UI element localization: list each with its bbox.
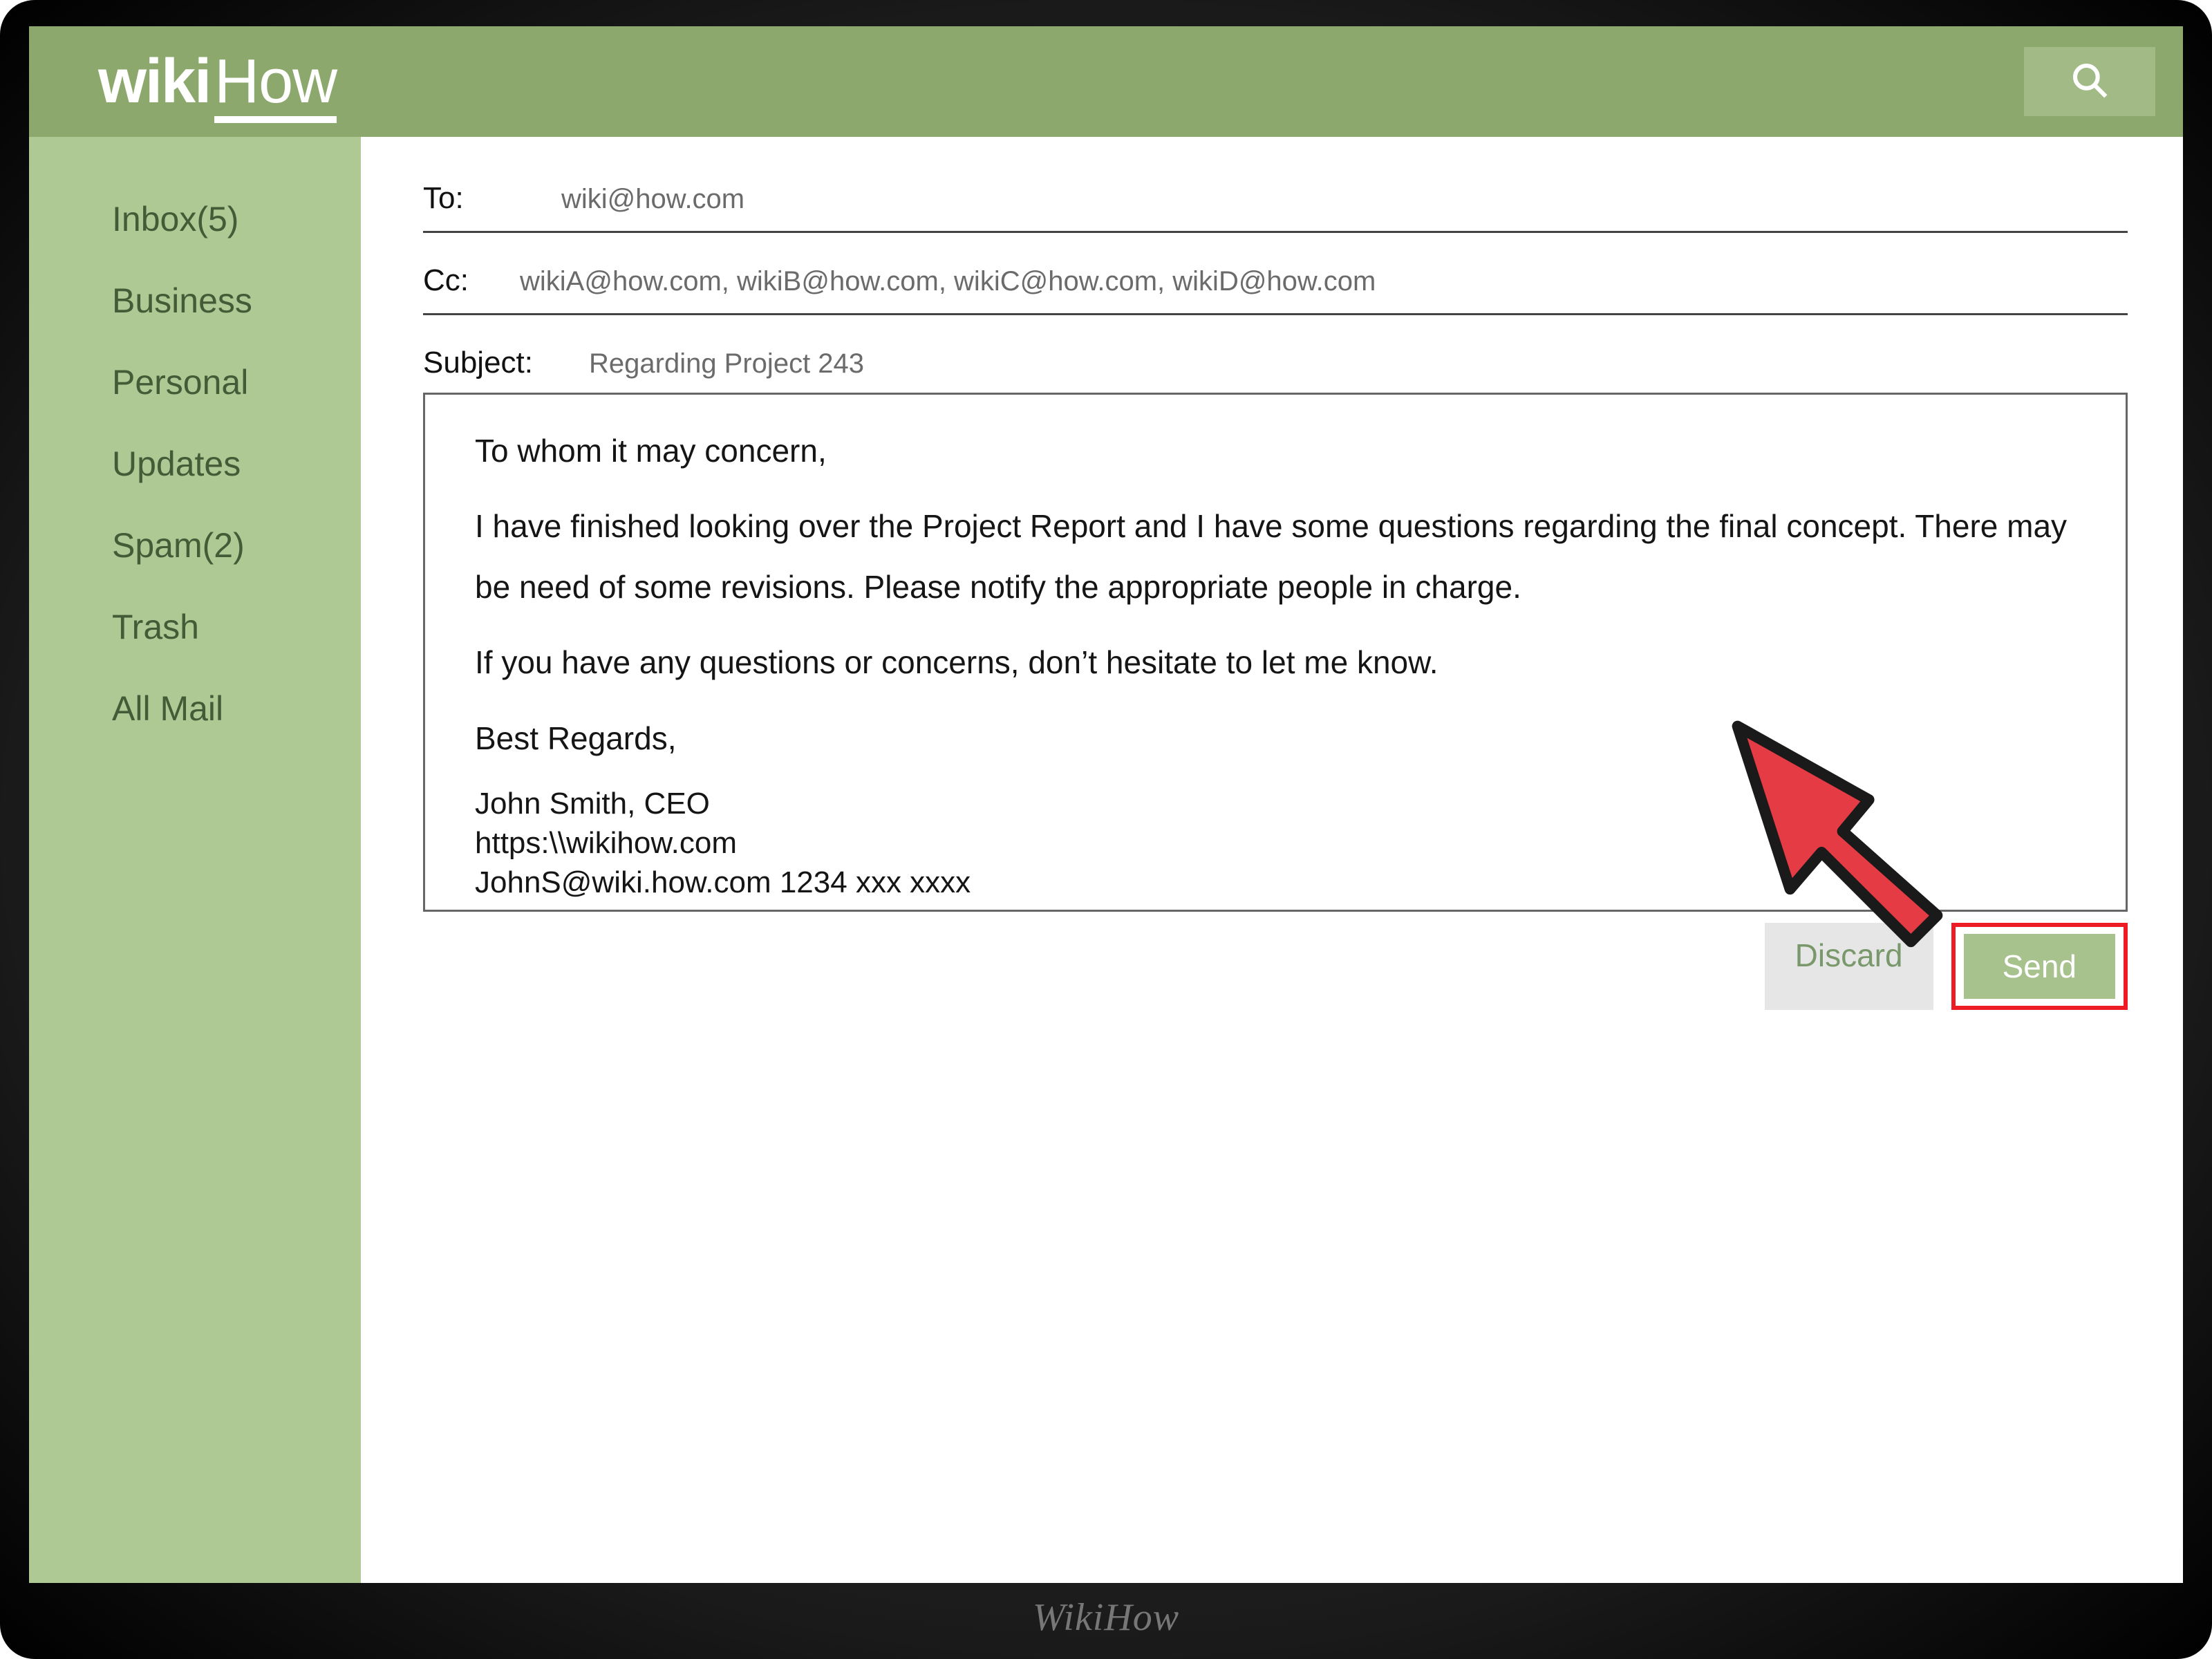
logo-how: How: [214, 46, 337, 118]
logo-wiki: wiki: [98, 46, 210, 118]
send-highlight-box: Send: [1951, 923, 2128, 1010]
pointer-arrow-icon: [1706, 695, 1969, 957]
subject-label: Subject:: [423, 346, 589, 380]
sidebar: Inbox(5) Business Personal Updates Spam(…: [29, 137, 361, 1583]
sidebar-item-spam[interactable]: Spam(2): [29, 505, 361, 586]
body-greeting: To whom it may concern,: [475, 421, 2084, 481]
frame-brand-label: WikiHow: [0, 1595, 2212, 1640]
sidebar-item-business[interactable]: Business: [29, 260, 361, 341]
sidebar-item-personal[interactable]: Personal: [29, 341, 361, 423]
to-label: To:: [423, 181, 561, 216]
sidebar-item-trash[interactable]: Trash: [29, 586, 361, 668]
body-para1: I have finished looking over the Project…: [475, 496, 2084, 617]
cc-row: Cc: wikiA@how.com, wikiB@how.com, wikiC@…: [423, 252, 2128, 315]
to-row: To: wiki@how.com: [423, 170, 2128, 233]
compose-pane: To: wiki@how.com Cc: wikiA@how.com, wiki…: [361, 137, 2183, 1583]
subject-field[interactable]: Regarding Project 243: [589, 348, 864, 379]
search-icon: [2070, 61, 2109, 103]
cc-label: Cc:: [423, 263, 520, 298]
body-para2: If you have any questions or concerns, d…: [475, 632, 2084, 693]
compose-actions: Discard Send: [423, 923, 2128, 1010]
device-frame: wiki How Inbox(5) Business Personal Upda…: [0, 0, 2212, 1659]
wikihow-logo: wiki How: [98, 46, 337, 118]
cc-field[interactable]: wikiA@how.com, wikiB@how.com, wikiC@how.…: [520, 266, 1376, 297]
sidebar-item-inbox[interactable]: Inbox(5): [29, 178, 361, 260]
subject-row: Subject: Regarding Project 243: [423, 335, 2128, 393]
sidebar-item-updates[interactable]: Updates: [29, 423, 361, 505]
send-button[interactable]: Send: [1964, 934, 2115, 999]
app-header: wiki How: [29, 26, 2183, 137]
content-area: Inbox(5) Business Personal Updates Spam(…: [29, 137, 2183, 1583]
to-field[interactable]: wiki@how.com: [561, 184, 744, 215]
sidebar-item-allmail[interactable]: All Mail: [29, 668, 361, 749]
screen: wiki How Inbox(5) Business Personal Upda…: [29, 26, 2183, 1583]
search-button[interactable]: [2024, 47, 2155, 116]
